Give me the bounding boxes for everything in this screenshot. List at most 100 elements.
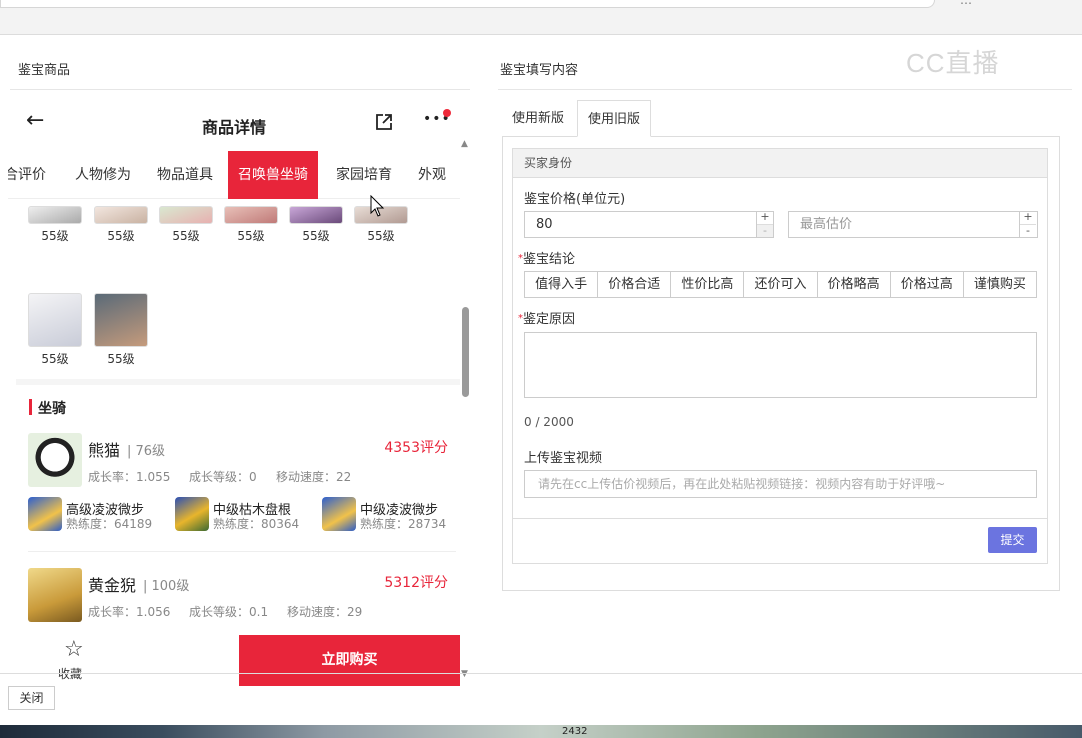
close-button[interactable]: 关闭: [8, 686, 55, 710]
reason-label: *鉴定原因: [518, 308, 575, 327]
address-bar-edge: [0, 0, 935, 8]
pet-level: 55级: [41, 229, 69, 243]
tab-pets-mounts[interactable]: 召唤兽坐骑: [228, 151, 318, 199]
mount-growth-level: 成长等级：0.1: [189, 605, 269, 619]
mount-name: 黄金猊: [88, 576, 137, 595]
pet-avatar[interactable]: [159, 206, 213, 224]
product-bottom-bar: ☆ 收藏 立即购买: [8, 635, 460, 687]
golden-lion-mount-image[interactable]: [28, 568, 82, 622]
max-price-input[interactable]: 最高估价: [788, 211, 1038, 238]
mount-growth-rate: 成长率：1.055: [88, 470, 171, 484]
price-value: 80: [536, 217, 553, 232]
watermark-logo: CC直播: [906, 48, 1000, 78]
conclusion-option[interactable]: 价格合适: [598, 272, 672, 297]
mount-name: 熊猫: [88, 441, 121, 460]
notification-dot: [443, 109, 451, 117]
mount-growth-rate: 成长率：1.056: [88, 605, 171, 619]
max-price-placeholder: 最高估价: [800, 217, 853, 232]
mount-divider: [28, 551, 456, 552]
dialog-footer-divider: [0, 673, 1082, 674]
panda-mount-image[interactable]: [28, 433, 82, 487]
conclusion-label: *鉴宝结论: [518, 248, 575, 267]
skill-proficiency: 熟练度：80364: [213, 517, 300, 531]
tab-items[interactable]: 物品道具: [157, 151, 213, 199]
skill-icon[interactable]: [28, 497, 62, 531]
pet-avatar[interactable]: [94, 293, 148, 347]
minus-icon[interactable]: -: [1020, 224, 1036, 237]
pet-level: 55级: [107, 352, 135, 366]
plus-icon[interactable]: +: [757, 211, 773, 224]
preview-scrollbar[interactable]: ▲ ▼: [461, 139, 470, 679]
reason-textarea[interactable]: [524, 332, 1037, 398]
product-tabs: 综合评价 人物修为 物品道具 召唤兽坐骑 家园培育 外观: [8, 151, 460, 199]
conclusion-option[interactable]: 还价可入: [744, 272, 818, 297]
conclusion-option[interactable]: 值得入手: [525, 272, 599, 297]
share-icon[interactable]: [374, 112, 394, 132]
pet-level: 55级: [107, 229, 135, 243]
skill-icon[interactable]: [322, 497, 356, 531]
required-mark: *: [518, 313, 523, 324]
appraisal-dialog: 鉴宝商品 鉴宝填写内容 CC直播 ← 商品详情 ••• 综合评价 人物修为 物品…: [0, 35, 1082, 725]
star-icon[interactable]: ☆: [64, 639, 84, 661]
mount-score: 5312评分: [384, 575, 448, 591]
max-price-stepper[interactable]: + -: [1019, 211, 1036, 238]
tab-overall-rating[interactable]: 综合评价: [8, 151, 46, 199]
required-mark: *: [518, 253, 523, 264]
conclusion-options: 值得入手 价格合适 性价比高 还价可入 价格略高 价格过高 谨慎购买: [524, 271, 1037, 298]
conclusion-option[interactable]: 谨慎购买: [964, 272, 1036, 297]
conclusion-label-text: 鉴宝结论: [523, 252, 576, 267]
conclusion-option[interactable]: 价格略高: [818, 272, 891, 297]
mount-level: | 100级: [143, 579, 190, 594]
video-label: 上传鉴宝视频: [524, 451, 603, 466]
skill-proficiency: 熟练度：28734: [360, 517, 447, 531]
buy-now-button[interactable]: 立即购买: [239, 635, 460, 686]
section-divider: [16, 379, 460, 385]
form-version-tabs: 使用新版 使用旧版: [502, 100, 1060, 137]
mouse-cursor-icon: [370, 195, 385, 217]
tab-appearance[interactable]: 外观: [418, 151, 446, 199]
price-label: 鉴宝价格(单位元): [524, 192, 626, 207]
pet-avatar[interactable]: [289, 206, 343, 224]
pet-avatar[interactable]: [94, 206, 148, 224]
pet-avatar[interactable]: [28, 293, 82, 347]
mount-move-speed: 移动速度：29: [287, 605, 363, 619]
mount-score: 4353评分: [384, 440, 448, 456]
pet-avatar[interactable]: [28, 206, 82, 224]
left-title-divider: [10, 89, 470, 90]
scroll-down-arrow-icon[interactable]: ▼: [461, 669, 468, 679]
mount-section-title: 坐骑: [38, 401, 66, 417]
reason-char-counter: 0 / 2000: [524, 415, 574, 429]
pet-avatar[interactable]: [224, 206, 278, 224]
section-accent-bar: [29, 399, 32, 415]
tab-old-version[interactable]: 使用旧版: [577, 100, 652, 137]
tab-character[interactable]: 人物修为: [75, 151, 131, 199]
taskbar-number: 2432: [562, 726, 588, 737]
conclusion-option[interactable]: 价格过高: [891, 272, 964, 297]
pet-level: 55级: [367, 229, 395, 243]
card-footer-divider: [512, 518, 1048, 519]
card-title: 买家身份: [513, 149, 1047, 178]
tab-new-version[interactable]: 使用新版: [502, 100, 574, 137]
submit-button[interactable]: 提交: [988, 527, 1037, 553]
video-link-input[interactable]: 请先在cc上传估价视频后，再在此处粘贴视频链接：视频内容有助于好评哦~: [524, 470, 1037, 498]
browser-menu-icon[interactable]: ⋯: [960, 0, 972, 10]
minus-icon[interactable]: -: [757, 224, 773, 237]
browser-top-strip: ⋯: [0, 0, 1082, 35]
desktop-taskbar: 2432: [0, 725, 1082, 738]
pet-level: 55级: [41, 352, 69, 366]
reason-label-text: 鉴定原因: [523, 312, 576, 327]
product-preview: ← 商品详情 ••• 综合评价 人物修为 物品道具 召唤兽坐骑 家园培育 外观 …: [8, 91, 460, 651]
right-title-divider: [498, 89, 1072, 90]
mount-move-speed: 移动速度：22: [276, 470, 352, 484]
tab-home[interactable]: 家园培育: [336, 151, 392, 199]
price-input[interactable]: 80: [524, 211, 774, 238]
scroll-thumb[interactable]: [462, 307, 469, 397]
pet-level: 55级: [172, 229, 200, 243]
price-stepper[interactable]: + -: [756, 211, 773, 238]
skill-icon[interactable]: [175, 497, 209, 531]
pet-level: 55级: [302, 229, 330, 243]
plus-icon[interactable]: +: [1020, 211, 1036, 224]
conclusion-option[interactable]: 性价比高: [671, 272, 745, 297]
mount-level: | 76级: [127, 444, 166, 459]
scroll-up-arrow-icon[interactable]: ▲: [461, 139, 468, 149]
